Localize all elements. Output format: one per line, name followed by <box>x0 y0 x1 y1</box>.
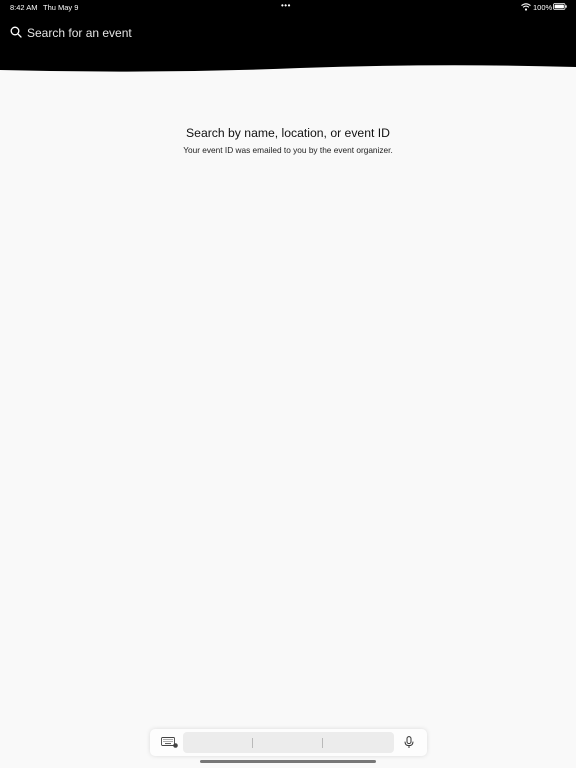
header: 8:42 AM Thu May 9 ••• 100% <box>0 0 576 76</box>
microphone-icon[interactable] <box>403 736 415 749</box>
empty-state: Search by name, location, or event ID Yo… <box>0 126 576 156</box>
battery-full-icon <box>553 3 567 10</box>
keyboard-shortcut-bar <box>150 729 427 756</box>
prediction-slot-3[interactable] <box>323 732 394 753</box>
keyboard-icon[interactable] <box>161 737 178 748</box>
prediction-slot-1[interactable] <box>183 732 253 753</box>
home-indicator <box>200 760 376 763</box>
search-input[interactable] <box>27 24 247 42</box>
empty-state-title: Search by name, location, or event ID <box>186 126 390 140</box>
status-date: Thu May 9 <box>43 3 79 12</box>
screen: 8:42 AM Thu May 9 ••• 100% Search for an… <box>0 0 576 768</box>
prediction-divider <box>322 738 323 748</box>
prediction-divider <box>252 738 253 748</box>
status-bar: 8:42 AM Thu May 9 ••• 100% <box>0 0 576 14</box>
prediction-slot-2[interactable] <box>253 732 323 753</box>
status-time: 8:42 AM <box>10 3 38 12</box>
multitasking-dots[interactable]: ••• <box>281 1 291 10</box>
battery-percentage: 100% <box>533 3 553 12</box>
empty-state-subtitle: Your event ID was emailed to you by the … <box>183 145 393 155</box>
search-icon <box>10 26 22 38</box>
wifi-icon <box>521 3 531 11</box>
predictive-text-strip <box>183 732 394 753</box>
search-bar[interactable] <box>8 24 258 42</box>
